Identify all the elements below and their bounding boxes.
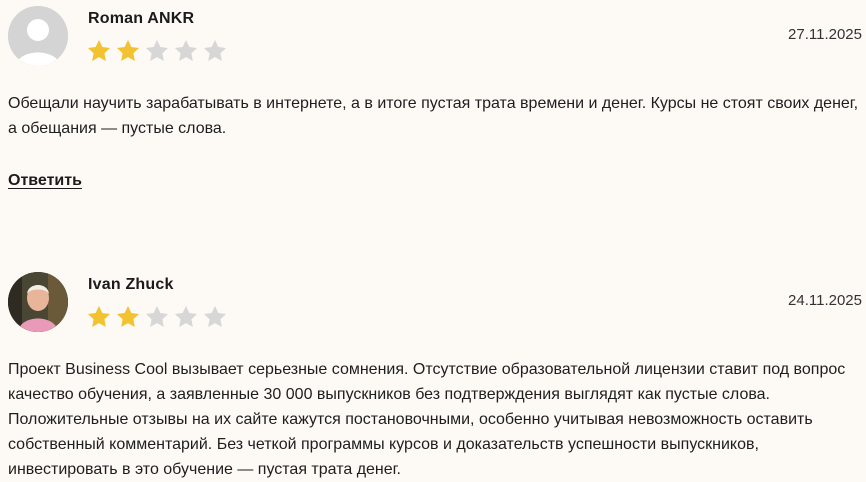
review-text: Проект Business Cool вызывает серьезные … [8, 361, 846, 478]
star-empty-icon [174, 305, 198, 327]
star-empty-icon [174, 39, 198, 61]
review-author-name: Roman ANKR [88, 10, 195, 27]
review-author-name: Ivan Zhuck [88, 276, 174, 293]
star-filled-icon [116, 39, 140, 61]
star-filled-icon [116, 305, 140, 327]
user-avatar-photo [8, 272, 68, 332]
rating-stars [86, 38, 228, 64]
star-empty-icon [203, 305, 227, 327]
star-filled-icon [87, 39, 111, 61]
star-filled-icon [87, 305, 111, 327]
default-user-icon [8, 6, 68, 66]
star-empty-icon [145, 305, 169, 327]
star-empty-icon [145, 39, 169, 61]
review-text: Обещали научить зарабатывать в интернете… [8, 95, 859, 137]
star-empty-icon [203, 39, 227, 61]
reply-link[interactable]: Ответить [8, 172, 82, 190]
review-date: 27.11.2025 [788, 26, 862, 43]
review-date: 24.11.2025 [788, 292, 862, 309]
rating-stars [86, 304, 228, 330]
